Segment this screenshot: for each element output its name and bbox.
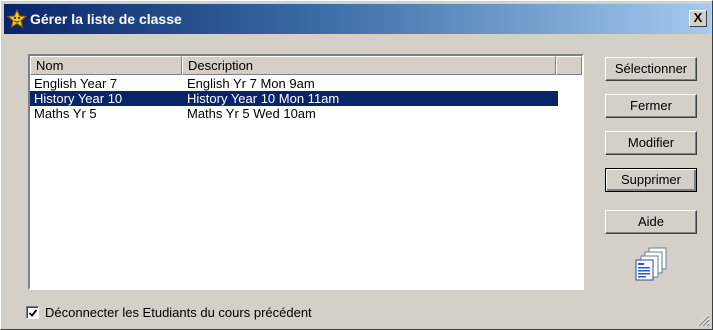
list-item[interactable]: English Year 7 English Yr 7 Mon 9am <box>30 76 582 91</box>
class-list[interactable]: Nom Description English Year 7 English Y… <box>28 54 584 290</box>
resize-grip-icon[interactable] <box>697 314 710 327</box>
list-item-name: English Year 7 <box>34 76 118 91</box>
help-button[interactable]: Aide <box>605 210 697 234</box>
list-item-selected[interactable]: History Year 10 History Year 10 Mon 11am <box>30 91 558 106</box>
close-button[interactable]: X <box>689 10 707 27</box>
list-rows: English Year 7 English Yr 7 Mon 9am Hist… <box>30 76 582 121</box>
delete-button[interactable]: Supprimer <box>605 168 697 192</box>
list-item-description: History Year 10 Mon 11am <box>187 91 340 106</box>
dialog-window: Gérer la liste de classe X Nom Descripti… <box>0 0 713 330</box>
column-header-filler <box>556 56 582 75</box>
list-item-name: History Year 10 <box>34 91 123 106</box>
star-icon <box>7 9 27 29</box>
title-bar[interactable]: Gérer la liste de classe X <box>4 4 711 34</box>
column-header-name[interactable]: Nom <box>30 56 182 75</box>
list-header: Nom Description <box>30 56 582 75</box>
close-dialog-button[interactable]: Fermer <box>605 94 697 118</box>
column-header-description[interactable]: Description <box>182 56 556 75</box>
window-title: Gérer la liste de classe <box>30 11 182 27</box>
list-item-description: Maths Yr 5 Wed 10am <box>187 106 316 121</box>
list-item[interactable]: Maths Yr 5 Maths Yr 5 Wed 10am <box>30 106 582 121</box>
select-button[interactable]: Sélectionner <box>605 57 697 81</box>
disconnect-students-checkbox[interactable] <box>26 306 39 319</box>
modify-button[interactable]: Modifier <box>605 131 697 155</box>
close-icon: X <box>693 10 703 25</box>
list-item-description: English Yr 7 Mon 9am <box>187 76 315 91</box>
disconnect-students-label[interactable]: Déconnecter les Etudiants du cours précé… <box>45 304 312 321</box>
check-icon <box>28 309 38 317</box>
list-item-name: Maths Yr 5 <box>34 106 97 121</box>
documents-icon <box>635 247 667 281</box>
